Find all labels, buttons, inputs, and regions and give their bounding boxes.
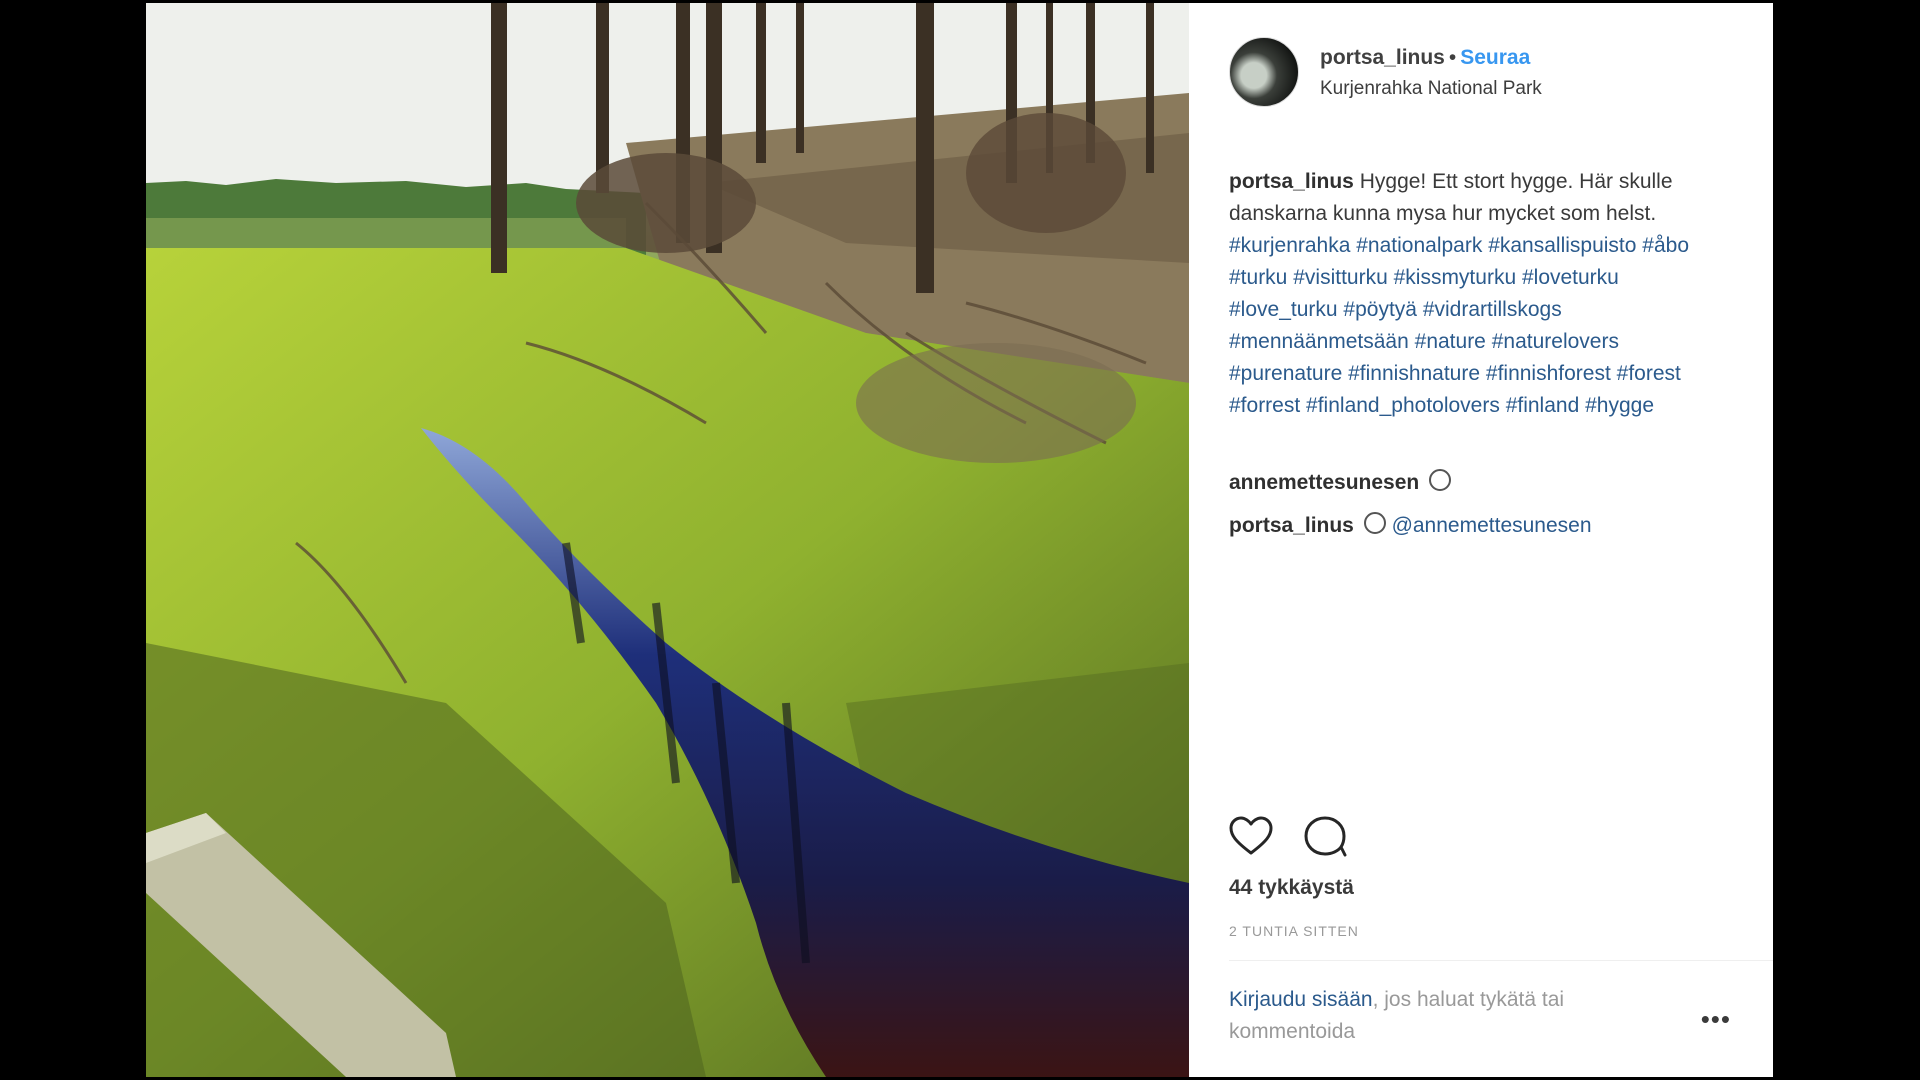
hashtag-link[interactable]: #kurjenrahka (1229, 234, 1350, 257)
hashtag-list: #kurjenrahka #nationalpark #kansallispui… (1229, 234, 1689, 417)
header-text: portsa_linus • Seuraa Kurjenrahka National… (1320, 44, 1542, 100)
hashtag-link[interactable]: #kansallispuisto (1488, 234, 1636, 257)
follow-button[interactable]: Seuraa (1460, 46, 1530, 69)
hashtag-link[interactable]: #hygge (1585, 394, 1654, 417)
hashtag-link[interactable]: #pöytyä (1343, 298, 1417, 321)
forest-ditch-photo (146, 3, 1189, 1077)
divider (1229, 960, 1773, 961)
hashtag-link[interactable]: #mennäänmetsään (1229, 330, 1409, 353)
more-options-icon[interactable]: ••• (1701, 1006, 1731, 1032)
location-link[interactable]: Kurjenrahka National Park (1320, 78, 1542, 100)
comment-mention[interactable]: @annemettesunesen (1392, 514, 1592, 537)
username-link[interactable]: portsa_linus (1320, 46, 1445, 69)
hashtag-link[interactable]: #finland (1506, 394, 1580, 417)
user-line: portsa_linus • Seuraa (1320, 44, 1542, 72)
post-timestamp: 2 TUNTIA SITTEN (1229, 923, 1359, 939)
hashtag-link[interactable]: #turku (1229, 266, 1287, 289)
post-caption: portsa_linus Hygge! Ett stort hygge. Här… (1229, 166, 1729, 422)
action-bar (1229, 815, 1347, 857)
avatar[interactable] (1229, 37, 1299, 107)
hashtag-link[interactable]: #love_turku (1229, 298, 1338, 321)
smiley-emoji-icon (1363, 512, 1386, 534)
hashtag-link[interactable]: #vidrartillskogs (1423, 298, 1562, 321)
login-prompt: Kirjaudu sisään, jos haluat tykätä tai k… (1229, 984, 1659, 1048)
hashtag-link[interactable]: #åbo (1642, 234, 1689, 257)
hashtag-link[interactable]: #forrest (1229, 394, 1300, 417)
likes-count[interactable]: 44 tykkäystä (1229, 876, 1354, 900)
hashtag-link[interactable]: #purenature (1229, 362, 1342, 385)
post-photo[interactable] (146, 3, 1189, 1077)
heart-icon[interactable] (1229, 815, 1273, 857)
comment-username[interactable]: annemettesunesen (1229, 471, 1419, 494)
instagram-post-frame: portsa_linus • Seuraa Kurjenrahka National… (146, 3, 1773, 1077)
caption-username[interactable]: portsa_linus (1229, 170, 1354, 193)
smiley-emoji-icon (1429, 469, 1452, 491)
hashtag-link[interactable]: #kissmyturku (1394, 266, 1517, 289)
hashtag-link[interactable]: #nationalpark (1356, 234, 1482, 257)
hashtag-link[interactable]: #finnishforest (1486, 362, 1611, 385)
comment-row: portsa_linus @annemettesunesen (1229, 511, 1592, 541)
login-link[interactable]: Kirjaudu sisään (1229, 988, 1373, 1011)
hashtag-link[interactable]: #finland_photolovers (1306, 394, 1500, 417)
post-side-panel: portsa_linus • Seuraa Kurjenrahka National… (1189, 3, 1773, 1077)
hashtag-link[interactable]: #forest (1617, 362, 1681, 385)
hashtag-link[interactable]: #naturelovers (1492, 330, 1619, 353)
hashtag-link[interactable]: #loveturku (1522, 266, 1619, 289)
comment-icon[interactable] (1303, 815, 1347, 857)
hashtag-link[interactable]: #visitturku (1293, 266, 1388, 289)
hashtag-link[interactable]: #finnishnature (1348, 362, 1480, 385)
comment-username[interactable]: portsa_linus (1229, 514, 1354, 537)
hashtag-link[interactable]: #nature (1415, 330, 1486, 353)
post-header: portsa_linus • Seuraa Kurjenrahka National… (1229, 37, 1542, 107)
separator-dot: • (1448, 46, 1457, 69)
comment-row: annemettesunesen (1229, 468, 1452, 498)
